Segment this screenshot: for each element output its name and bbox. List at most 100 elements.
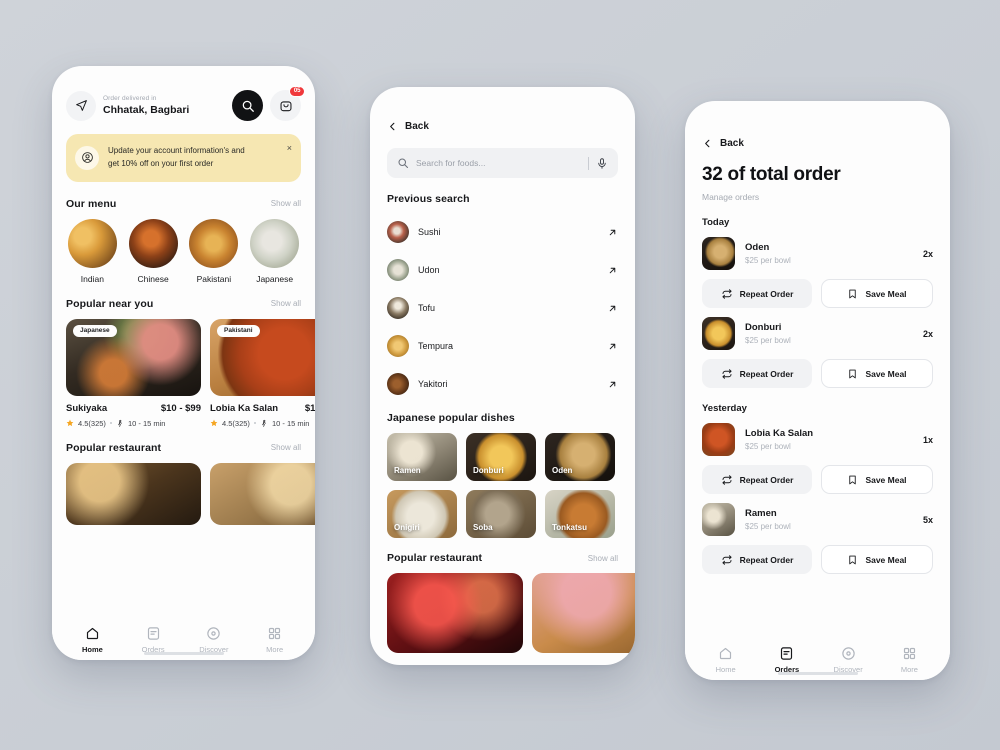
save-meal-button[interactable]: Save Meal <box>821 359 933 388</box>
save-meal-button[interactable]: Save Meal <box>821 465 933 494</box>
tab-home[interactable]: Home <box>68 626 116 654</box>
tab-more[interactable]: More <box>885 646 933 674</box>
back-button[interactable]: Back <box>370 87 635 132</box>
dish-card[interactable]: Tonkatsu <box>545 490 615 538</box>
menu-item-japanese[interactable]: Japanese <box>248 218 301 284</box>
button-label: Save Meal <box>865 288 907 299</box>
show-all-link[interactable]: Show all <box>271 443 301 452</box>
order-row[interactable]: Lobia Ka Salan $25 per bowl 1x <box>702 423 933 456</box>
orders-icon <box>147 627 159 640</box>
menu-item-chinese[interactable]: Chinese <box>127 218 180 284</box>
tab-orders[interactable]: Orders <box>763 646 811 674</box>
tab-orders[interactable]: Orders <box>129 626 177 654</box>
repeat-order-button[interactable]: Repeat Order <box>702 545 812 574</box>
button-label: Repeat Order <box>739 368 794 379</box>
restaurant-card[interactable] <box>210 462 315 525</box>
delivery-time: 10 - 15 min <box>127 418 166 428</box>
cuisine-label: Indian <box>80 273 104 284</box>
item-label: Tempura <box>418 341 454 351</box>
promo-line-2: get 10% off on your first order <box>108 158 214 168</box>
repeat-order-button[interactable]: Repeat Order <box>702 279 812 308</box>
order-name: Ramen <box>745 508 777 519</box>
restaurant-card[interactable] <box>387 573 523 653</box>
microphone-icon <box>598 157 606 169</box>
arrow-up-right-icon <box>609 229 616 235</box>
location-value: Chhatak, Bagbari <box>103 104 190 117</box>
input-divider <box>588 156 589 170</box>
tab-home[interactable]: Home <box>702 646 750 674</box>
restaurant-card[interactable] <box>532 573 635 653</box>
bookmark-icon <box>849 289 857 298</box>
close-icon[interactable]: × <box>287 143 292 153</box>
promo-banner[interactable]: Update your account information's and ge… <box>66 134 301 182</box>
promo-text: Update your account information's and ge… <box>108 145 245 171</box>
list-item[interactable]: Tofu <box>387 289 618 327</box>
repeat-order-button[interactable]: Repeat Order <box>702 465 812 494</box>
list-item[interactable]: Tempura <box>387 327 618 365</box>
delivery-location[interactable]: Order delivered in Chhatak, Bagbari <box>103 95 225 117</box>
arrow-up-right-icon <box>609 267 616 273</box>
button-label: Save Meal <box>865 474 907 485</box>
tab-discover[interactable]: Discover <box>190 626 238 654</box>
list-item[interactable]: Udon <box>387 251 618 289</box>
cuisine-image <box>67 218 117 268</box>
order-price: $25 per bowl <box>745 256 791 265</box>
location-pin-icon[interactable] <box>66 90 96 121</box>
section-title: Popular near you <box>66 297 154 310</box>
search-screen: Back Search for foods... Previous search… <box>370 87 635 665</box>
tab-label: More <box>266 645 284 654</box>
order-quantity: 5x <box>922 514 933 525</box>
dish-card[interactable]: Onigiri <box>387 490 457 538</box>
dish-label: Donburi <box>473 466 504 475</box>
item-thumbnail <box>387 335 409 357</box>
home-indicator <box>777 672 858 675</box>
orders-screen: Back 32 of total order Manage orders Tod… <box>685 101 950 680</box>
repeat-order-button[interactable]: Repeat Order <box>702 359 812 388</box>
button-label: Repeat Order <box>739 554 794 565</box>
food-name: Lobia Ka Salan <box>210 402 279 414</box>
order-quantity: 1x <box>922 434 933 445</box>
list-item[interactable]: Sushi <box>387 213 618 251</box>
phone-search-screen: Back Search for foods... Previous search… <box>370 87 635 665</box>
order-actions: Repeat Order Save Meal <box>702 359 933 388</box>
show-all-link[interactable]: Show all <box>271 299 301 308</box>
order-row[interactable]: Ramen $25 per bowl 5x <box>702 503 933 536</box>
previous-search-section: Previous search Sushi Udon Tofu Tempura … <box>370 193 635 403</box>
discover-icon <box>841 647 855 660</box>
dish-label: Tonkatsu <box>552 523 587 532</box>
menu-item-pakistani[interactable]: Pakistani <box>188 218 241 284</box>
back-button[interactable]: Back <box>685 101 950 149</box>
tab-more[interactable]: More <box>251 626 299 654</box>
save-meal-button[interactable]: Save Meal <box>821 545 933 574</box>
cuisine-label: Pakistani <box>196 273 232 284</box>
list-item[interactable]: Yakitori <box>387 365 618 403</box>
phone-home-screen: Order delivered in Chhatak, Bagbari 05 U… <box>52 66 315 660</box>
show-all-link[interactable]: Show all <box>588 554 618 563</box>
search-button[interactable] <box>232 90 263 121</box>
dish-label: Soba <box>473 523 493 532</box>
order-row[interactable]: Oden $25 per bowl 2x <box>702 237 933 270</box>
food-card[interactable]: Pakistani Lobia Ka Salan $10 - $99 4.5(3… <box>210 318 315 428</box>
item-label: Udon <box>418 265 440 275</box>
food-image: Japanese <box>66 318 201 396</box>
dish-card[interactable]: Soba <box>466 490 536 538</box>
show-all-link[interactable]: Show all <box>271 199 301 208</box>
menu-item-indian[interactable]: Indian <box>66 218 119 284</box>
dish-card[interactable]: Ramen <box>387 433 457 481</box>
food-price: $10 - $99 <box>304 402 315 414</box>
tab-discover[interactable]: Discover <box>824 646 872 674</box>
order-info: Lobia Ka Salan $25 per bowl <box>745 428 913 451</box>
location-caption: Order delivered in <box>103 94 157 102</box>
chevron-left-icon <box>390 122 395 131</box>
save-meal-button[interactable]: Save Meal <box>821 279 933 308</box>
orders-icon <box>781 647 793 660</box>
search-input[interactable]: Search for foods... <box>387 148 618 178</box>
order-price: $25 per bowl <box>745 522 791 531</box>
section-title: Japanese popular dishes <box>387 412 515 424</box>
food-card[interactable]: Japanese Sukiyaka $10 - $99 4.5(325) 10 … <box>66 318 201 428</box>
dish-card[interactable]: Oden <box>545 433 615 481</box>
order-row[interactable]: Donburi $25 per bowl 2x <box>702 317 933 350</box>
home-indicator <box>143 652 224 655</box>
dish-card[interactable]: Donburi <box>466 433 536 481</box>
restaurant-card[interactable] <box>66 462 201 525</box>
